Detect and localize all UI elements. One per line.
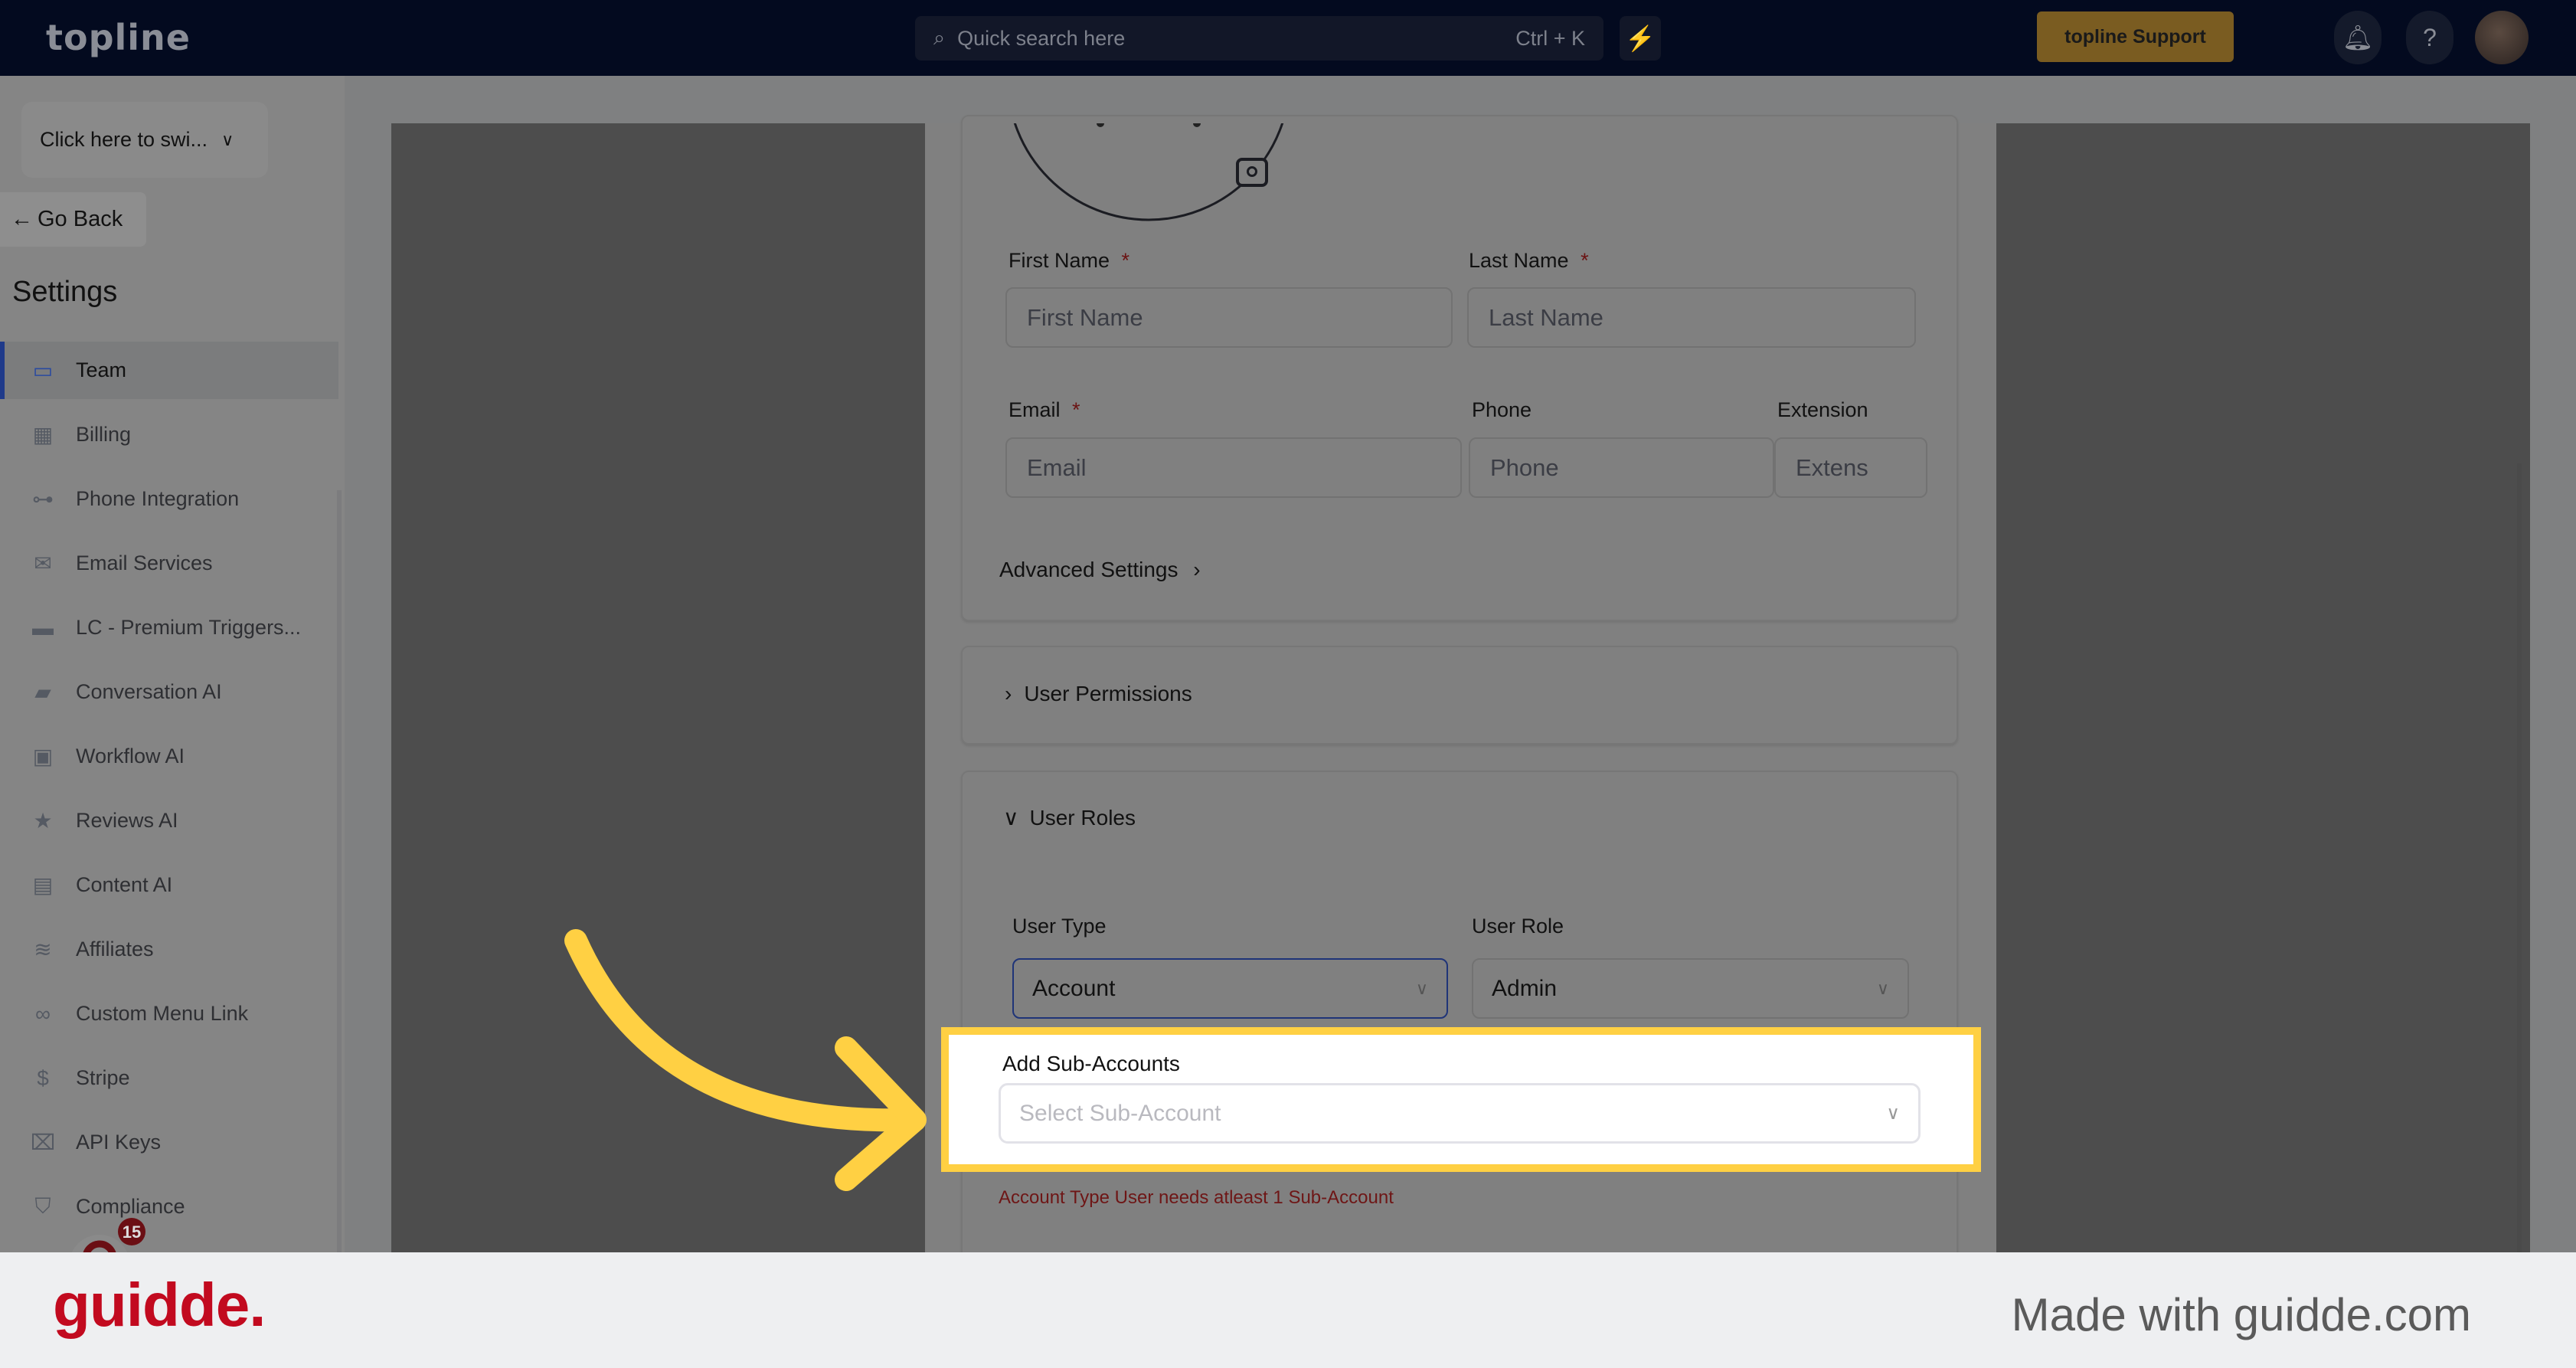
chevron-down-icon: ∨ [1876, 978, 1889, 998]
user-role-select[interactable]: Admin ∨ [1472, 958, 1909, 1019]
sub-account-select[interactable]: Select Sub-Account ∨ [999, 1083, 1921, 1144]
content-icon: ▤ [32, 873, 54, 897]
sidebar-item-team[interactable]: ▭ Team [0, 342, 338, 399]
made-with-text: Made with guidde.com [2011, 1289, 2471, 1340]
lightning-icon: ⚡ [1625, 25, 1656, 52]
support-button[interactable]: topline Support [2037, 11, 2234, 62]
arrow-left-icon: ← [11, 207, 33, 231]
extension-label: Extension [1777, 398, 1868, 421]
integration-icon: ⊶ [32, 487, 54, 511]
last-name-input[interactable]: Last Name [1467, 287, 1916, 348]
email-label: Email * [1008, 398, 1080, 421]
chevron-down-icon: ∨ [221, 129, 234, 149]
sidebar-item-label: Reviews AI [76, 809, 178, 832]
badge-count: 15 [123, 1222, 141, 1242]
account-switcher[interactable]: Click here to swi... ∨ [21, 102, 268, 178]
team-icon: ▭ [32, 358, 54, 382]
user-permissions-toggle[interactable]: › User Permissions [1005, 682, 1192, 706]
email-input[interactable]: Email [1005, 437, 1462, 498]
sidebar-item-custom-menu-link[interactable]: ∞ Custom Menu Link [0, 985, 338, 1042]
sidebar-item-label: Billing [76, 423, 132, 446]
sidebar-item-label: Compliance [76, 1195, 185, 1218]
phone-label: Phone [1472, 398, 1532, 421]
chat-icon: ▰ [34, 680, 51, 704]
notifications-button[interactable]: 🔔︎ [2334, 11, 2381, 64]
calculator-icon: ▦ [32, 423, 54, 447]
sidebar-item-billing[interactable]: ▦ Billing [0, 406, 338, 463]
sidebar-item-label: Custom Menu Link [76, 1002, 249, 1025]
ai-chip-icon: ▣ [32, 745, 54, 768]
sidebar-item-label: Affiliates [76, 938, 154, 961]
sidebar-item-api-keys[interactable]: ⌧ API Keys [0, 1114, 338, 1171]
first-name-input[interactable]: First Name [1005, 287, 1453, 348]
user-avatar[interactable] [2475, 11, 2529, 64]
phone-input[interactable]: Phone [1469, 437, 1774, 498]
mail-icon: ✉ [34, 551, 52, 575]
sidebar-item-phone-integration[interactable]: ⊶ Phone Integration [0, 470, 338, 528]
shield-icon: ⛉ [34, 1194, 51, 1218]
sub-accounts-highlight: Add Sub-Accounts Select Sub-Account ∨ [941, 1027, 1981, 1172]
handshake-icon: ≋ [34, 938, 52, 961]
dollar-hand-icon: $ [37, 1065, 49, 1090]
sidebar-item-label: Content AI [76, 873, 173, 896]
star-icon: ★ [33, 809, 53, 833]
sidebar-item-affiliates[interactable]: ≋ Affiliates [0, 921, 338, 978]
guidde-logo[interactable]: guidde. [53, 1270, 266, 1340]
chevron-right-icon: › [1193, 558, 1201, 581]
sidebar-item-label: Stripe [76, 1066, 130, 1089]
advanced-settings-toggle[interactable]: Advanced Settings › [999, 558, 1201, 582]
quick-actions-button[interactable]: ⚡ [1620, 16, 1661, 61]
question-icon: ? [2423, 23, 2437, 51]
help-button[interactable]: ? [2406, 11, 2453, 64]
sidebar-item-label: Team [76, 358, 127, 381]
chevron-right-icon: › [1005, 682, 1012, 705]
bell-icon: 🔔︎ [2342, 24, 2374, 51]
sidebar-item-email-services[interactable]: ✉ Email Services [0, 535, 338, 592]
sub-account-placeholder: Select Sub-Account [1019, 1100, 1221, 1126]
chevron-down-icon: ∨ [1415, 978, 1428, 998]
api-key-icon: ⌧ [30, 1131, 56, 1154]
sidebar-item-compliance[interactable]: ⛉ Compliance [0, 1178, 338, 1235]
sidebar-item-content-ai[interactable]: ▤ Content AI [0, 856, 338, 914]
sub-accounts-label: Add Sub-Accounts [1002, 1052, 1180, 1075]
user-roles-toggle[interactable]: ∨ User Roles [1003, 805, 1136, 830]
sidebar-item-label: Phone Integration [76, 487, 240, 510]
search-shortcut: Ctrl + K [1515, 26, 1585, 50]
user-type-label: User Type [1012, 915, 1107, 938]
chevron-down-icon: ∨ [1886, 1103, 1900, 1124]
last-name-label: Last Name * [1469, 249, 1589, 272]
sub-account-error: Account Type User needs atleast 1 Sub-Ac… [999, 1187, 1394, 1208]
sidebar-item-label: LC - Premium Triggers... [76, 616, 302, 639]
sidebar-item-label: Conversation AI [76, 680, 222, 703]
account-switcher-label: Click here to swi... [40, 128, 208, 151]
first-name-label: First Name * [1008, 249, 1130, 272]
link-icon: ∞ [35, 1001, 51, 1026]
app-logo[interactable]: topline [46, 17, 191, 58]
quick-search-input[interactable]: ⌕ Quick search here Ctrl + K [915, 16, 1603, 61]
main-scrollbar[interactable] [2517, 463, 2522, 1252]
search-placeholder: Quick search here [957, 26, 1126, 50]
user-role-label: User Role [1472, 915, 1564, 938]
store-icon: ▬ [32, 615, 54, 640]
go-back-label: Go Back [38, 207, 123, 231]
user-role-value: Admin [1492, 975, 1558, 1001]
user-type-select[interactable]: Account ∨ [1012, 958, 1448, 1019]
search-icon: ⌕ [933, 26, 946, 49]
camera-icon[interactable] [1236, 158, 1268, 187]
sidebar-item-stripe[interactable]: $ Stripe [0, 1049, 338, 1107]
sidebar-item-label: API Keys [76, 1131, 162, 1154]
sidebar-item-reviews-ai[interactable]: ★ Reviews AI [0, 792, 338, 849]
settings-heading: Settings [12, 276, 118, 308]
go-back-button[interactable]: ← Go Back [0, 192, 146, 247]
user-type-value: Account [1032, 975, 1116, 1001]
sidebar-item-lc-premium-triggers[interactable]: ▬ LC - Premium Triggers... [0, 599, 338, 656]
sidebar-item-conversation-ai[interactable]: ▰ Conversation AI [0, 663, 338, 721]
sidebar-item-label: Email Services [76, 551, 213, 574]
chevron-down-icon: ∨ [1003, 806, 1019, 830]
sidebar-scrollbar[interactable] [337, 490, 342, 1252]
sidebar-item-label: Workflow AI [76, 745, 185, 767]
sidebar-item-workflow-ai[interactable]: ▣ Workflow AI [0, 728, 338, 785]
extension-input[interactable]: Extens [1774, 437, 1927, 498]
